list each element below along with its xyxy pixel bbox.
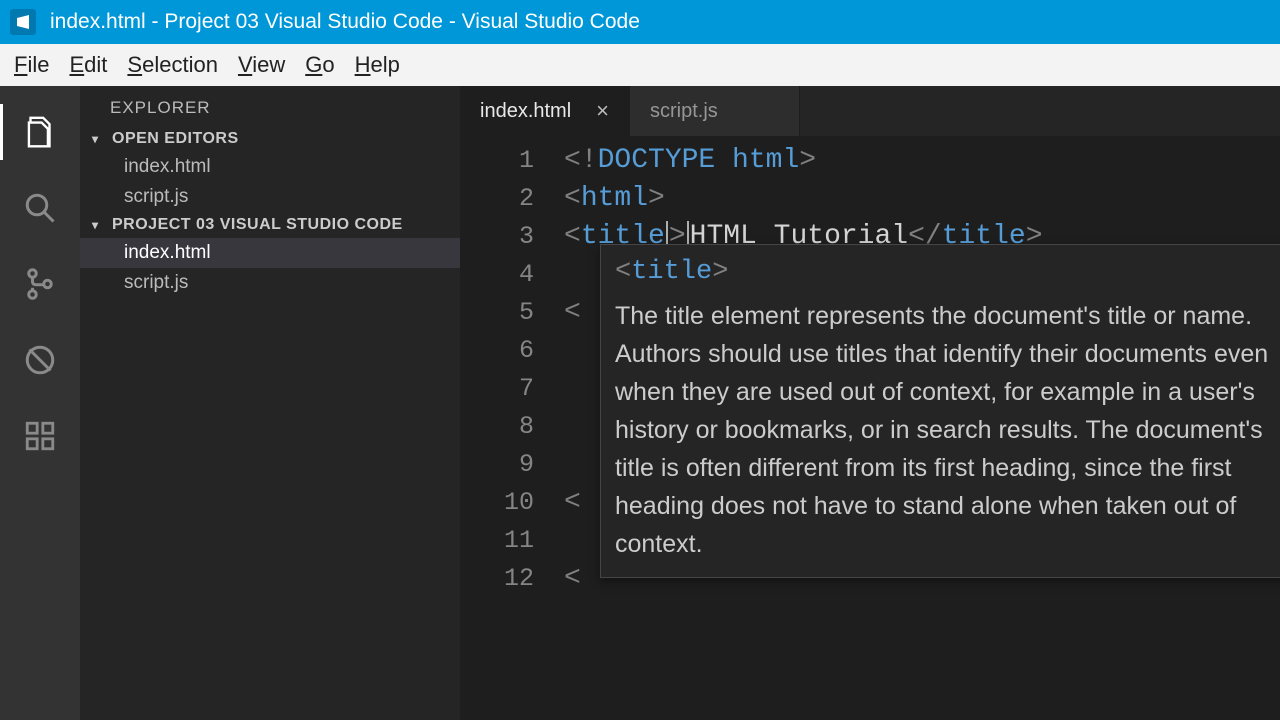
menu-selection[interactable]: Selection — [117, 48, 228, 82]
debug-icon[interactable] — [0, 322, 80, 398]
window-title: index.html - Project 03 Visual Studio Co… — [50, 10, 640, 34]
line-gutter: 123456789101112 — [460, 136, 556, 598]
menubar: File Edit Selection View Go Help — [0, 44, 1280, 86]
open-editors-section[interactable]: ▾ OPEN EDITORS — [80, 126, 460, 152]
tab-index-html[interactable]: index.html × — [460, 86, 630, 136]
tab-script-js[interactable]: script.js — [630, 86, 800, 136]
menu-view[interactable]: View — [228, 48, 295, 82]
extensions-icon[interactable] — [0, 398, 80, 474]
file-item[interactable]: script.js — [80, 268, 460, 298]
explorer-sidebar: EXPLORER ▾ OPEN EDITORS index.html scrip… — [80, 86, 460, 720]
menu-help[interactable]: Help — [345, 48, 410, 82]
hover-tooltip: <title> The title element represents the… — [600, 244, 1280, 578]
open-editor-item[interactable]: script.js — [80, 182, 460, 212]
project-section[interactable]: ▾ PROJECT 03 VISUAL STUDIO CODE — [80, 212, 460, 238]
window-titlebar: index.html - Project 03 Visual Studio Co… — [0, 0, 1280, 44]
hover-signature: <title> — [615, 253, 1275, 291]
chevron-down-icon: ▾ — [92, 132, 108, 146]
scm-icon[interactable] — [0, 246, 80, 322]
menu-edit[interactable]: Edit — [59, 48, 117, 82]
open-editors-label: OPEN EDITORS — [112, 130, 239, 148]
editor-tabs: index.html × script.js — [460, 86, 1280, 136]
tab-label: index.html — [480, 100, 571, 123]
tab-label: script.js — [650, 100, 718, 123]
vscode-app-icon — [10, 9, 36, 35]
activity-bar — [0, 86, 80, 720]
explorer-icon[interactable] — [0, 94, 80, 170]
close-icon[interactable]: × — [596, 98, 609, 124]
explorer-header: EXPLORER — [80, 86, 460, 126]
menu-file[interactable]: File — [4, 48, 59, 82]
file-item[interactable]: index.html — [80, 238, 460, 268]
search-icon[interactable] — [0, 170, 80, 246]
open-editor-item[interactable]: index.html — [80, 152, 460, 182]
chevron-down-icon: ▾ — [92, 218, 108, 232]
hover-body: The title element represents the documen… — [615, 297, 1275, 563]
menu-go[interactable]: Go — [295, 48, 344, 82]
project-label: PROJECT 03 VISUAL STUDIO CODE — [112, 216, 403, 234]
